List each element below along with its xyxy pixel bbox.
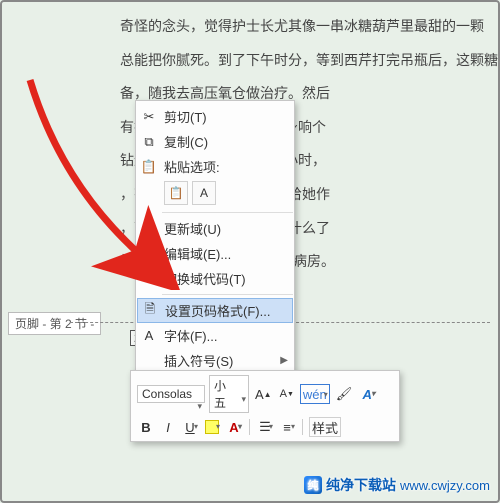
blank-icon bbox=[140, 271, 158, 287]
paintbrush-icon: 🖌 bbox=[336, 386, 353, 402]
font-name-select[interactable]: Consolas bbox=[137, 385, 205, 403]
styles-quick-button[interactable]: A bbox=[358, 384, 376, 404]
body-line: 总能把你腻死。到了下午时分，等到西芹打完吊瓶后，这颗糖 bbox=[120, 44, 480, 78]
menu-edit-field[interactable]: 编辑域(E)... bbox=[136, 241, 294, 266]
menu-label: 更新域(U) bbox=[164, 219, 221, 238]
blank-icon bbox=[140, 246, 158, 262]
footer-section-label: 页脚 - 第 2 节 - bbox=[8, 312, 101, 335]
menu-update-field[interactable]: 更新域(U) bbox=[136, 216, 294, 241]
cut-icon: ✂ bbox=[140, 109, 158, 125]
menu-cut[interactable]: ✂ 剪切(T) bbox=[136, 104, 294, 129]
copy-icon: ⧉ bbox=[140, 134, 158, 150]
font-a-icon: A bbox=[140, 328, 158, 344]
styles-button[interactable]: 样式 bbox=[309, 417, 341, 437]
blank-icon bbox=[140, 353, 158, 369]
paste-text-only-button[interactable]: A bbox=[192, 181, 216, 205]
font-color-button[interactable]: A bbox=[225, 417, 243, 437]
menu-copy[interactable]: ⧉ 复制(C) bbox=[136, 129, 294, 154]
watermark-url: www.cwjzy.com bbox=[400, 478, 490, 493]
text-a-icon: A bbox=[200, 186, 208, 200]
menu-paste-options-header: 📋 粘贴选项: bbox=[136, 154, 294, 179]
submenu-arrow-icon: ▶ bbox=[280, 355, 288, 366]
phonetic-guide-button[interactable]: wén bbox=[300, 384, 330, 404]
menu-page-number-format[interactable]: 🗎 设置页码格式(F)... bbox=[137, 298, 293, 323]
page-number-icon: 🗎 bbox=[141, 303, 159, 319]
watermark-name: 纯净下载站 bbox=[326, 475, 396, 495]
menu-label: 编辑域(E)... bbox=[164, 244, 231, 263]
toolbar-divider bbox=[249, 419, 250, 435]
menu-label: 设置页码格式(F)... bbox=[165, 301, 270, 320]
bullets-button[interactable]: ☰ bbox=[256, 417, 274, 437]
menu-toggle-field-codes[interactable]: 切换域代码(T) bbox=[136, 266, 294, 291]
menu-label: 插入符号(S) bbox=[164, 351, 233, 370]
italic-button[interactable]: I bbox=[159, 417, 177, 437]
body-line: 奇怪的念头，觉得护士长尤其像一串冰糖葫芦里最甜的一颗 bbox=[120, 10, 480, 44]
menu-label: 切换域代码(T) bbox=[164, 269, 246, 288]
clipboard-icon: 📋 bbox=[169, 186, 184, 200]
blank-icon bbox=[140, 221, 158, 237]
grow-font-button[interactable]: A▲ bbox=[253, 384, 274, 404]
bold-button[interactable]: B bbox=[137, 417, 155, 437]
menu-label: 剪切(T) bbox=[164, 107, 207, 126]
underline-button[interactable]: U bbox=[181, 417, 199, 437]
mini-toolbar: Consolas 小五 A▲ A▼ wén 🖌 A B I U A ☰ ≡ 样式 bbox=[130, 370, 400, 442]
numbering-icon: ≡ bbox=[283, 420, 291, 435]
format-painter-button[interactable]: 🖌 bbox=[334, 384, 355, 404]
highlight-button[interactable] bbox=[203, 417, 221, 437]
numbering-button[interactable]: ≡ bbox=[278, 417, 296, 437]
highlight-swatch-icon bbox=[205, 420, 219, 434]
paste-keep-source-button[interactable]: 📋 bbox=[164, 181, 188, 205]
context-menu: ✂ 剪切(T) ⧉ 复制(C) 📋 粘贴选项: 📋 A 更新域(U) 编辑域(E… bbox=[135, 100, 295, 377]
menu-separator bbox=[162, 294, 293, 295]
bullets-icon: ☰ bbox=[259, 419, 271, 435]
font-size-select[interactable]: 小五 bbox=[209, 375, 249, 413]
toolbar-divider bbox=[302, 419, 303, 435]
watermark-logo-icon: 纯 bbox=[304, 476, 322, 494]
paste-options-row: 📋 A bbox=[136, 179, 294, 209]
menu-font[interactable]: A 字体(F)... bbox=[136, 323, 294, 348]
menu-label: 字体(F)... bbox=[164, 326, 217, 345]
paste-icon: 📋 bbox=[140, 159, 158, 175]
menu-separator bbox=[162, 212, 293, 213]
shrink-font-button[interactable]: A▼ bbox=[278, 384, 296, 404]
menu-label: 粘贴选项: bbox=[164, 157, 220, 176]
menu-label: 复制(C) bbox=[164, 132, 208, 151]
watermark: 纯 纯净下载站 www.cwjzy.com bbox=[304, 475, 490, 495]
